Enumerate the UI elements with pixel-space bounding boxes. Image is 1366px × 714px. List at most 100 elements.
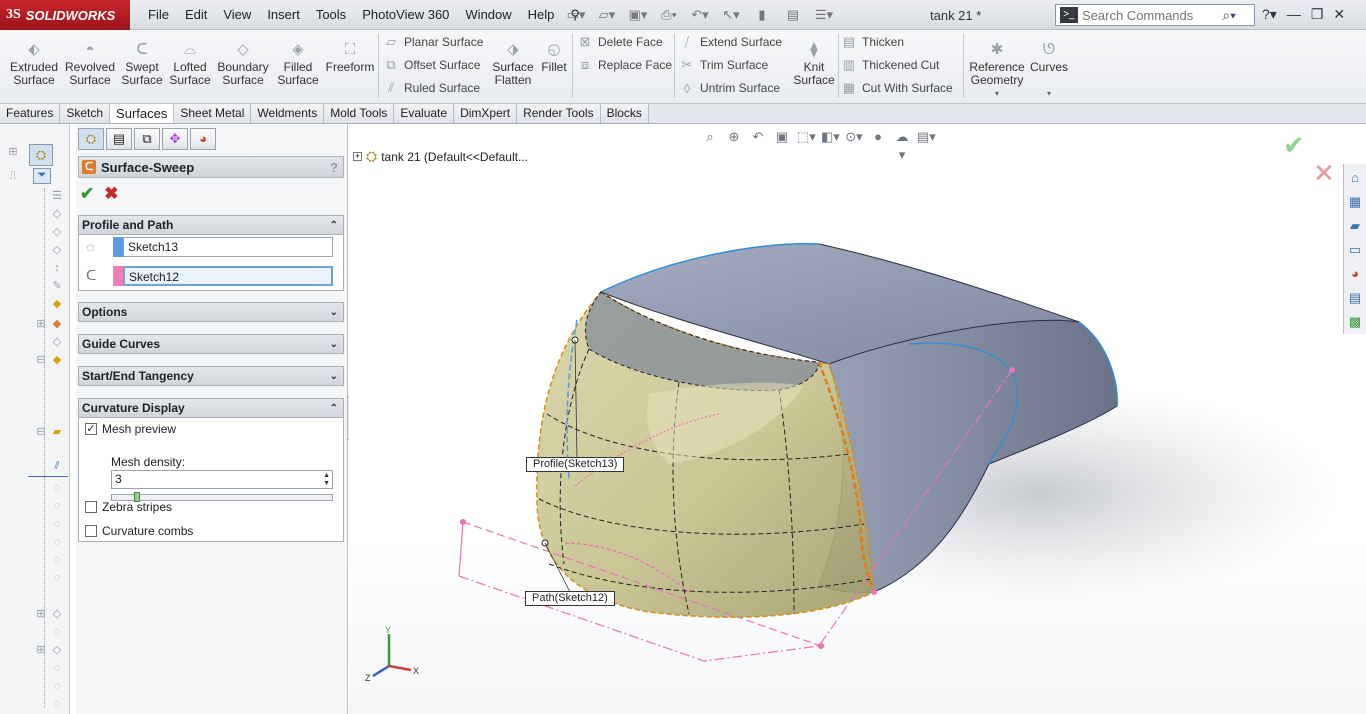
- close-icon[interactable]: ✕: [1333, 6, 1345, 23]
- menu-edit[interactable]: Edit: [177, 0, 215, 30]
- knit-surface-button[interactable]: ⧫ Knit Surface: [792, 38, 836, 87]
- configuration-manager-tab-icon[interactable]: ⧉: [134, 128, 160, 150]
- feature-icon[interactable]: ◆: [50, 318, 64, 330]
- sketch-point[interactable]: [818, 643, 824, 649]
- view-orientation-icon[interactable]: ⬚▾: [797, 128, 816, 146]
- menu-file[interactable]: File: [140, 0, 177, 30]
- folder-icon[interactable]: ▰: [50, 426, 64, 438]
- options-icon[interactable]: ☰▾: [813, 5, 835, 25]
- sketch-point[interactable]: [1009, 367, 1015, 373]
- thicken-button[interactable]: ▤ Thicken: [842, 32, 904, 52]
- appearances-icon[interactable]: ◕: [1345, 264, 1365, 284]
- expand-chevron-icon[interactable]: ⌄: [330, 371, 338, 382]
- plane-icon[interactable]: ◇: [50, 336, 64, 348]
- delete-face-button[interactable]: ⊠ Delete Face: [578, 32, 663, 52]
- feature-icon[interactable]: ◇: [50, 644, 64, 656]
- file-explorer-icon[interactable]: ▭: [1345, 240, 1365, 260]
- zoom-to-fit-icon[interactable]: ⌕: [701, 128, 719, 146]
- collapse-icon[interactable]: ⊟: [34, 354, 48, 366]
- file-properties-icon[interactable]: ▤: [782, 5, 804, 25]
- feature-icon[interactable]: ◌: [50, 662, 64, 674]
- apply-scene-icon[interactable]: ☁▾: [893, 128, 911, 162]
- origin-icon[interactable]: ↕: [50, 262, 64, 274]
- filter-icon[interactable]: ⏷: [33, 168, 51, 184]
- extruded-surface-button[interactable]: ⬖ Extruded Surface: [6, 38, 62, 87]
- dimxpert-manager-tab-icon[interactable]: ✥: [162, 128, 188, 150]
- thickened-cut-button[interactable]: ▥ Thickened Cut: [842, 55, 940, 75]
- lofted-surface-button[interactable]: ⌓ Lofted Surface: [168, 38, 212, 87]
- zoom-to-area-icon[interactable]: ⊕: [725, 128, 743, 146]
- restore-icon[interactable]: ❐: [1311, 6, 1324, 23]
- section-view-icon[interactable]: ▣: [773, 128, 791, 146]
- cancel-x-icon[interactable]: ✖: [104, 184, 118, 204]
- minimize-icon[interactable]: —: [1287, 6, 1301, 23]
- fillet-button[interactable]: ◵ Fillet: [538, 38, 570, 74]
- plane-icon[interactable]: ◆: [50, 298, 64, 310]
- guide-curves-header[interactable]: Guide Curves ⌄: [78, 334, 344, 354]
- feature-icon[interactable]: ◌: [50, 572, 64, 584]
- design-library-icon[interactable]: ▰: [1345, 216, 1365, 236]
- replace-face-button[interactable]: ⧈ Replace Face: [578, 55, 672, 75]
- tab-blocks[interactable]: Blocks: [600, 104, 649, 123]
- resources-icon[interactable]: ▦: [1345, 192, 1365, 212]
- offset-surface-button[interactable]: ⧉ Offset Surface: [384, 55, 480, 75]
- select-icon[interactable]: ↖▾: [720, 5, 742, 25]
- expand-chevron-icon[interactable]: ⌄: [330, 339, 338, 350]
- previous-view-icon[interactable]: ↶: [749, 128, 767, 146]
- menu-view[interactable]: View: [215, 0, 259, 30]
- rollback-bar[interactable]: [28, 476, 68, 477]
- confirm-corner-ok-icon[interactable]: ✔: [1283, 130, 1305, 161]
- sweep-feature-icon[interactable]: ⫽: [50, 460, 64, 472]
- expand-icon[interactable]: ⊞: [34, 644, 48, 656]
- profile-path-header[interactable]: Profile and Path ⌃: [78, 215, 344, 235]
- open-document-icon[interactable]: ▱▾: [596, 5, 618, 25]
- curvature-combs-checkbox[interactable]: Curvature combs: [85, 524, 193, 538]
- display-manager-tab-icon[interactable]: ◕: [190, 128, 216, 150]
- new-document-icon[interactable]: ▭▾: [565, 5, 587, 25]
- trim-surface-button[interactable]: ✂ Trim Surface: [680, 55, 769, 75]
- print-icon[interactable]: ⎙▾: [658, 5, 680, 25]
- ruled-surface-button[interactable]: ⫽ Ruled Surface: [384, 78, 480, 98]
- collapse-icon[interactable]: ⊟: [34, 426, 48, 438]
- boundary-surface-button[interactable]: ◇ Boundary Surface: [214, 38, 272, 87]
- undo-icon[interactable]: ↶▾: [689, 5, 711, 25]
- plane-icon[interactable]: ◇: [50, 208, 64, 220]
- sketch-point[interactable]: [871, 589, 877, 595]
- feature-icon[interactable]: ◌: [50, 554, 64, 566]
- plane-icon[interactable]: ◆: [50, 354, 64, 366]
- menu-tools[interactable]: Tools: [308, 0, 354, 30]
- save-icon[interactable]: ▣▾: [627, 5, 649, 25]
- home-icon[interactable]: ⌂: [1345, 168, 1365, 188]
- feature-icon[interactable]: ◌: [50, 698, 64, 710]
- graphics-viewport[interactable]: + ⛭ tank 21 (Default<<Default... ⌕ ⊕ ↶ ▣…: [349, 124, 1366, 714]
- tangency-header[interactable]: Start/End Tangency ⌄: [78, 366, 344, 386]
- revolved-surface-button[interactable]: ◓ Revolved Surface: [64, 38, 116, 87]
- menu-window[interactable]: Window: [457, 0, 519, 30]
- sketch-icon[interactable]: ⊞: [6, 146, 20, 158]
- feature-icon[interactable]: ◇: [50, 608, 64, 620]
- edit-appearance-icon[interactable]: ●: [869, 128, 887, 146]
- filled-surface-button[interactable]: ◈ Filled Surface: [274, 38, 322, 87]
- expand-icon[interactable]: ⊞: [34, 318, 48, 330]
- mesh-preview-checkbox[interactable]: ✓ Mesh preview: [85, 422, 176, 436]
- tab-mold-tools[interactable]: Mold Tools: [324, 104, 395, 123]
- cut-with-surface-button[interactable]: ▦ Cut With Surface: [842, 78, 953, 98]
- tab-evaluate[interactable]: Evaluate: [394, 104, 455, 123]
- reference-geometry-button[interactable]: ✱ Reference Geometry ▾: [968, 38, 1026, 100]
- expand-icon[interactable]: ⊞: [34, 608, 48, 620]
- profile-callout[interactable]: Profile(Sketch13): [526, 457, 625, 472]
- surface-flatten-button[interactable]: ⬗ Surface Flatten: [490, 38, 536, 87]
- tab-weldments[interactable]: Weldments: [251, 104, 325, 123]
- feature-icon[interactable]: ◌: [50, 500, 64, 512]
- extend-surface-button[interactable]: ⧸ Extend Surface: [680, 32, 782, 52]
- feature-icon[interactable]: ◌: [50, 518, 64, 530]
- menu-insert[interactable]: Insert: [259, 0, 308, 30]
- curvature-display-header[interactable]: Curvature Display ⌃: [78, 398, 344, 418]
- ok-check-icon[interactable]: ✔: [80, 184, 94, 204]
- tab-sketch[interactable]: Sketch: [60, 104, 111, 123]
- planar-surface-button[interactable]: ▱ Planar Surface: [384, 32, 483, 52]
- collapse-chevron-icon[interactable]: ⌃: [330, 220, 338, 231]
- search-commands[interactable]: >_ ⌕▾: [1055, 4, 1255, 26]
- history-icon[interactable]: ☰: [50, 190, 64, 202]
- help-icon[interactable]: ?: [330, 160, 338, 175]
